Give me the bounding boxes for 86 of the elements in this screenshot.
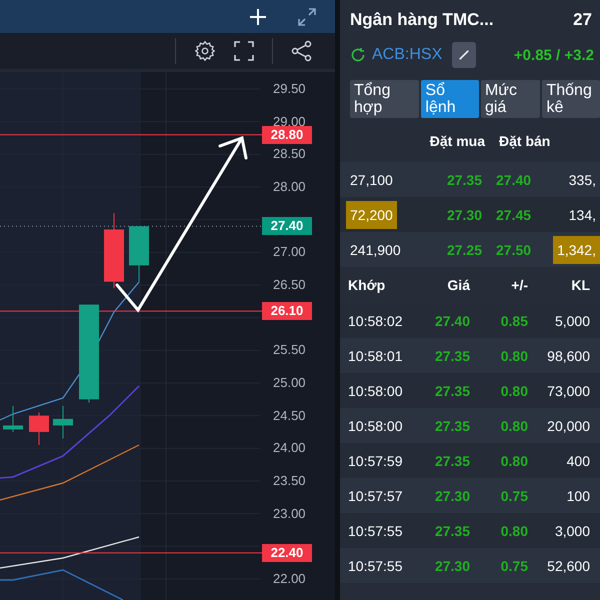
trade-price: 27.40	[434, 312, 470, 328]
fullscreen-icon[interactable]	[234, 41, 254, 61]
trade-price: 27.35	[434, 452, 470, 468]
trade-volume: 73,000	[546, 382, 590, 398]
bid-volume: 241,900	[349, 240, 402, 260]
trade-price: 27.35	[434, 382, 470, 398]
pencil-icon	[458, 48, 470, 62]
trade-volume: 52,600	[546, 558, 590, 574]
column-header: Đặt bán	[499, 133, 550, 149]
price-change: +0.85 / +3.2	[514, 46, 594, 64]
price-tag: 26.10	[262, 302, 312, 320]
trade-change: 0.80	[500, 418, 528, 434]
trade-time: 10:57:59	[348, 452, 404, 468]
trade-change: 0.85	[500, 312, 528, 328]
tab[interactable]: Sổ lệnh	[421, 80, 479, 118]
trade-price: 27.30	[434, 488, 470, 504]
candle	[29, 412, 49, 446]
trade-volume: 3,000	[554, 522, 590, 538]
trade-time: 10:57:57	[348, 488, 404, 504]
ask-volume: 1,342,	[553, 236, 600, 264]
price-tag: 28.80	[262, 126, 312, 144]
price-axis-label: 29.50	[273, 81, 306, 97]
stock-name: Ngân hàng TMC...	[350, 10, 494, 30]
edit-button[interactable]	[452, 42, 476, 68]
trade-change: 0.80	[500, 452, 528, 468]
trade-time: 10:58:01	[348, 348, 404, 364]
trade-volume: 20,000	[546, 418, 590, 434]
ask-volume: 134,	[568, 206, 597, 224]
candle	[53, 405, 73, 440]
trade-change: 0.80	[500, 348, 528, 364]
trade-change: 0.75	[500, 488, 528, 504]
column-header: Khớp	[348, 277, 386, 293]
refresh-icon[interactable]	[350, 47, 366, 63]
price-axis-label: 22.00	[273, 570, 306, 587]
trade-volume: 5,000	[554, 312, 590, 328]
price-axis-label: 26.50	[273, 276, 306, 293]
trade-price: 27.35	[434, 522, 470, 538]
bid-price: 27.35	[446, 172, 482, 188]
bid-price: 27.25	[446, 242, 482, 258]
trade-price: 27.35	[434, 348, 470, 364]
candle	[3, 405, 23, 432]
price-axis-label: 25.00	[273, 374, 306, 391]
add-icon[interactable]	[249, 8, 267, 26]
column-header: Đặt mua	[428, 133, 485, 149]
settings-icon[interactable]	[194, 40, 216, 62]
tab[interactable]: Tổng hợp	[350, 80, 420, 118]
trade-change: 0.75	[500, 558, 528, 574]
tab[interactable]: Mức giá	[480, 80, 540, 118]
price-axis-label: 23.50	[273, 472, 306, 489]
price-axis-label: 24.50	[273, 408, 306, 424]
bid-price: 27.30	[446, 206, 482, 222]
ask-price: 27.50	[496, 242, 532, 258]
column-header: +/-	[510, 277, 528, 293]
trade-change: 0.80	[500, 522, 528, 538]
price-axis-label: 28.50	[273, 146, 306, 162]
price-tag: 27.40	[262, 217, 312, 236]
trade-time: 10:58:02	[348, 312, 404, 328]
trade-volume: 100	[566, 488, 590, 504]
bid-volume: 27,100	[349, 170, 394, 190]
ask-price: 27.40	[496, 172, 532, 188]
symbol-link[interactable]: ACB:HSX	[372, 46, 442, 64]
trade-time: 10:58:00	[348, 382, 404, 398]
ask-price: 27.45	[496, 206, 532, 222]
price-axis-label: 24.00	[273, 440, 306, 456]
trade-price: 27.30	[434, 558, 470, 574]
price-axis-label: 27.00	[273, 244, 306, 260]
trade-time: 10:58:00	[348, 418, 404, 434]
price-axis-label: 23.00	[273, 506, 306, 522]
ask-volume: 335,	[568, 170, 597, 190]
share-icon[interactable]	[291, 40, 313, 62]
trade-price: 27.35	[434, 418, 470, 434]
bid-volume: 72,200	[346, 200, 397, 228]
column-header: KL	[570, 277, 590, 293]
trade-change: 0.80	[500, 382, 528, 398]
tab[interactable]: Thống kê	[542, 80, 600, 118]
stock-price: 27	[573, 10, 592, 30]
column-header: Giá	[446, 277, 470, 293]
price-tag: 22.40	[262, 544, 312, 562]
expand-icon[interactable]	[297, 6, 317, 26]
trade-time: 10:57:55	[348, 558, 404, 574]
price-axis-label: 28.00	[273, 178, 306, 195]
trade-volume: 98,600	[546, 348, 590, 364]
trade-time: 10:57:55	[348, 522, 404, 538]
candle	[129, 226, 149, 282]
price-axis-label: 25.50	[273, 342, 306, 358]
trade-volume: 400	[566, 452, 590, 468]
